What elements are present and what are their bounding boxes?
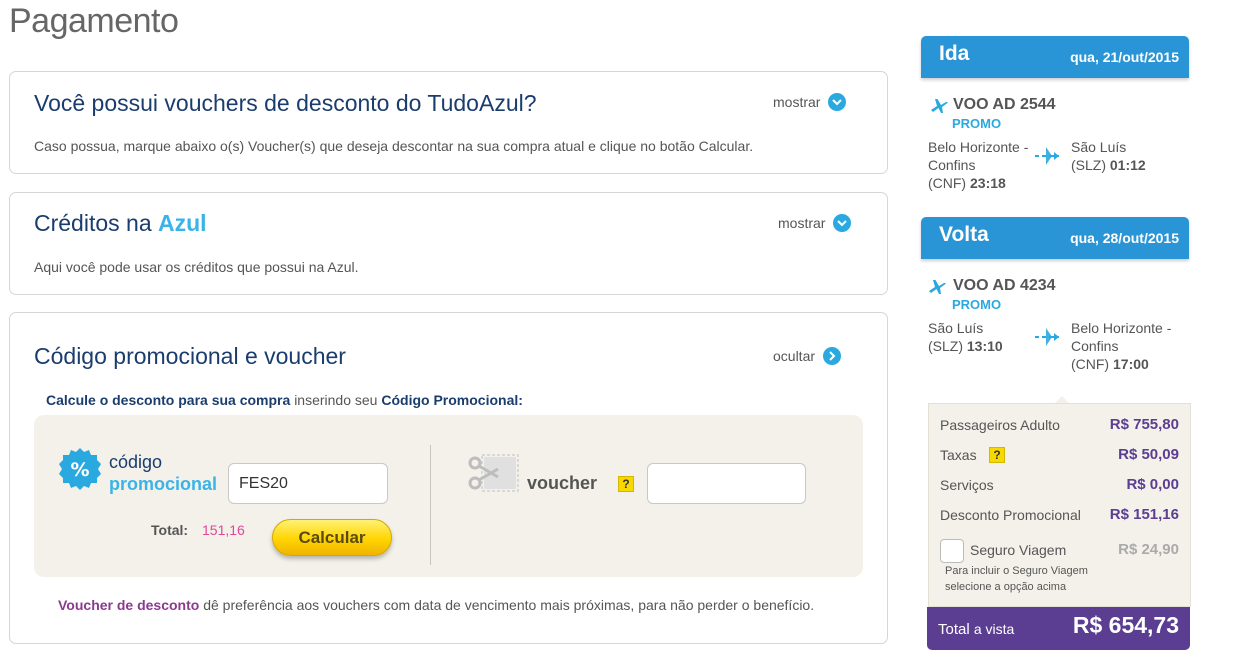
- promo-toggle[interactable]: ocultar: [773, 347, 842, 365]
- ida-header: Ida qua, 21/out/2015: [921, 36, 1189, 78]
- total-box: Total a vista R$ 654,73: [927, 607, 1190, 650]
- vouchers-toggle-label: mostrar: [773, 94, 821, 110]
- taxas-value: R$ 50,09: [1118, 446, 1179, 463]
- vouchers-panel: Você possui vouchers de desconto do Tudo…: [9, 71, 888, 174]
- codigo-label-line1: código: [109, 452, 163, 472]
- volta-dest-line2: Confins: [1071, 338, 1119, 354]
- scissors-icon: [468, 454, 519, 492]
- volta-dest-code: (CNF): [1071, 356, 1110, 372]
- passageiros-label: Passageiros Adulto: [940, 417, 1060, 433]
- chevron-down-icon: [833, 214, 852, 232]
- ida-dest-line1: São Luís: [1071, 139, 1127, 155]
- help-icon[interactable]: ?: [618, 476, 634, 492]
- total-label-1: Total: [938, 621, 970, 638]
- volta-fare: PROMO: [952, 297, 1002, 312]
- creditos-description: Aqui você pode usar os créditos que poss…: [34, 259, 359, 275]
- volta-dest-time: 17:00: [1113, 356, 1149, 372]
- voucher-input[interactable]: [647, 463, 806, 504]
- seguro-note-line2: selecione a opção acima: [945, 581, 1067, 593]
- volta-origin: São Luís (SLZ) 13:10: [928, 319, 1003, 355]
- volta-flight-number: VOO AD 4234: [953, 277, 1056, 294]
- ida-origin-line2: Confins: [928, 157, 976, 173]
- codigo-promocional-label: código promocional: [109, 451, 217, 495]
- promo-total-value: 151,16: [202, 522, 245, 538]
- seguro-note: Para incluir o Seguro Viagem selecione a…: [945, 563, 1088, 595]
- promo-head-mid: inserindo seu: [294, 392, 378, 408]
- promo-head-code: Código Promocional:: [381, 392, 523, 408]
- vouchers-toggle[interactable]: mostrar: [773, 93, 847, 111]
- help-icon[interactable]: ?: [989, 447, 1005, 463]
- ida-direction: Ida: [939, 42, 970, 65]
- desconto-value: R$ 151,16: [1109, 506, 1179, 523]
- seguro-value: R$ 24,90: [1118, 541, 1179, 558]
- passageiros-value: R$ 755,80: [1109, 416, 1179, 433]
- promo-instructions: Calcule o desconto para sua compra inser…: [46, 392, 523, 408]
- seguro-note-line1: Para incluir o Seguro Viagem: [945, 565, 1088, 577]
- voucher-note-bold: Voucher de desconto: [58, 597, 200, 613]
- volta-origin-line1: São Luís: [928, 320, 984, 336]
- promo-panel: Código promocional e voucher ocultar Cal…: [9, 312, 888, 644]
- total-label: Total a vista: [938, 621, 1014, 638]
- percent-badge-icon: %: [59, 448, 101, 490]
- promo-box: % código promocional Total: 151,16 Calcu…: [34, 415, 863, 577]
- promo-toggle-label: ocultar: [773, 348, 816, 364]
- vouchers-title: Você possui vouchers de desconto do Tudo…: [34, 90, 537, 116]
- route-arrow-icon: [1035, 328, 1059, 346]
- ida-dest-time: 01:12: [1109, 157, 1146, 173]
- creditos-toggle-label: mostrar: [778, 215, 826, 231]
- total-label-2: a vista: [973, 621, 1015, 637]
- promo-total-label: Total:: [151, 522, 189, 538]
- creditos-title-brand: Azul: [158, 210, 207, 236]
- codigo-label-line2: promocional: [109, 474, 218, 494]
- creditos-title: Créditos na Azul: [34, 210, 207, 237]
- total-value: R$ 654,73: [1072, 612, 1179, 638]
- creditos-toggle[interactable]: mostrar: [778, 214, 852, 232]
- creditos-title-prefix: Créditos na: [34, 210, 152, 236]
- volta-origin-code: (SLZ): [928, 338, 963, 354]
- ida-date: qua, 21/out/2015: [1070, 49, 1179, 65]
- voucher-label: voucher: [527, 473, 598, 493]
- volta-origin-time: 13:10: [966, 338, 1003, 354]
- servicos-label: Serviços: [940, 477, 994, 493]
- promo-head-bold: Calcule o desconto para sua compra: [46, 392, 291, 408]
- ida-dest-code: (SLZ): [1071, 157, 1106, 173]
- servicos-value: R$ 0,00: [1126, 476, 1179, 493]
- plane-icon: [929, 280, 946, 294]
- volta-date: qua, 28/out/2015: [1070, 230, 1179, 246]
- ida-fare: PROMO: [952, 116, 1002, 131]
- ida-destination: São Luís (SLZ) 01:12: [1071, 138, 1146, 174]
- calcular-button[interactable]: Calcular: [272, 519, 392, 556]
- plane-icon: [931, 99, 948, 113]
- chevron-down-icon: [828, 93, 847, 111]
- promo-divider: [430, 445, 431, 565]
- ida-origin-time: 23:18: [970, 175, 1006, 191]
- price-summary: Passageiros Adulto R$ 755,80 Taxas ? R$ …: [928, 403, 1191, 607]
- promo-title: Código promocional e voucher: [34, 343, 346, 369]
- seguro-checkbox[interactable]: [940, 539, 964, 563]
- ida-origin: Belo Horizonte - Confins (CNF) 23:18: [928, 138, 1028, 192]
- vouchers-description: Caso possua, marque abaixo o(s) Voucher(…: [34, 138, 754, 154]
- page-title: Pagamento: [9, 2, 179, 40]
- route-arrow-icon: [1035, 147, 1059, 165]
- ida-origin-line1: Belo Horizonte -: [928, 139, 1029, 155]
- volta-destination: Belo Horizonte - Confins (CNF) 17:00: [1071, 319, 1171, 373]
- chevron-right-icon: [823, 347, 842, 365]
- svg-text:%: %: [70, 459, 89, 481]
- promo-code-input[interactable]: [228, 463, 388, 504]
- seguro-label: Seguro Viagem: [970, 542, 1067, 558]
- ida-flight-number: VOO AD 2544: [953, 96, 1056, 113]
- volta-direction: Volta: [939, 223, 989, 246]
- desconto-label: Desconto Promocional: [940, 507, 1081, 523]
- volta-dest-line1: Belo Horizonte -: [1071, 320, 1172, 336]
- volta-header: Volta qua, 28/out/2015: [921, 217, 1189, 259]
- voucher-note: Voucher de desconto dê preferência aos v…: [58, 597, 814, 613]
- voucher-note-text: dê preferência aos vouchers com data de …: [203, 597, 815, 613]
- taxas-label: Taxas: [940, 447, 977, 463]
- creditos-panel: Créditos na Azul mostrar Aqui você pode …: [9, 192, 888, 295]
- ida-origin-code: (CNF): [928, 175, 967, 191]
